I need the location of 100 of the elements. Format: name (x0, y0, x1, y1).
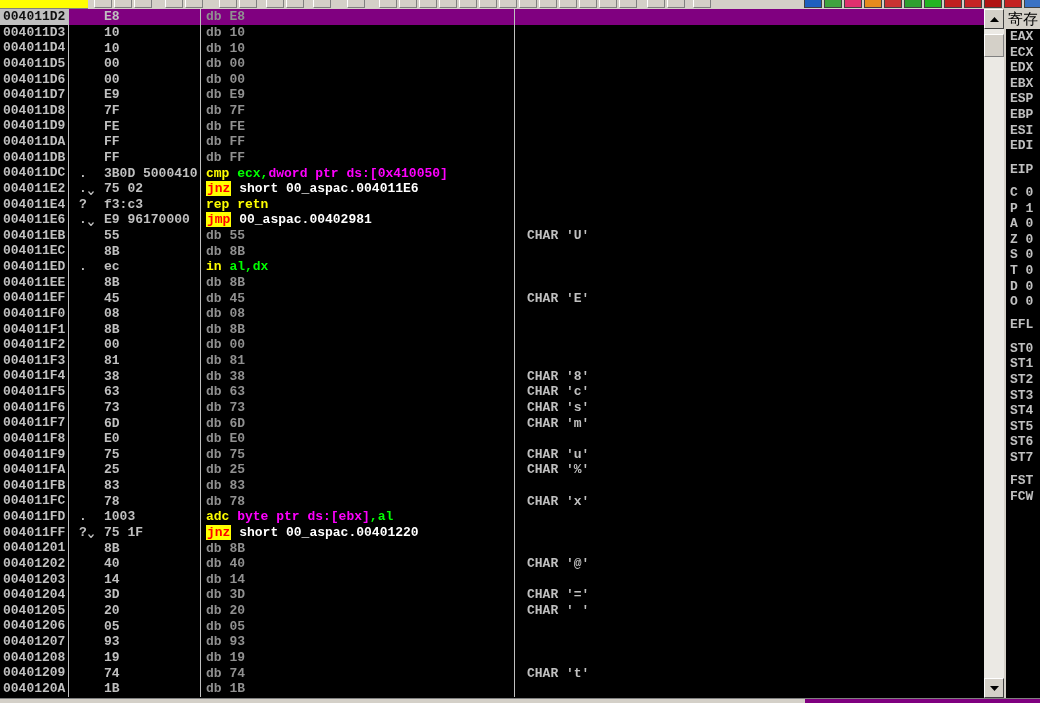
listing-row[interactable]: 004011EB 55 db 55 CHAR 'U' (0, 227, 984, 244)
toolbar-button[interactable] (693, 0, 711, 8)
toolbar-button[interactable] (419, 0, 437, 8)
listing-row[interactable]: 00401203 14 db 14 (0, 571, 984, 588)
listing-row[interactable]: 004011F6 73 db 73 CHAR 's' (0, 399, 984, 416)
instruction-text: db 74 (206, 665, 245, 681)
toolbar-button[interactable] (579, 0, 597, 8)
scroll-down-button[interactable] (984, 678, 1004, 698)
listing-row[interactable]: 004011EF 45 db 45 CHAR 'E' (0, 290, 984, 306)
listing-row[interactable]: 004011FC 78 db 78 CHAR 'x' (0, 493, 984, 509)
listing-row[interactable]: 00401207 93 db 93 (0, 634, 984, 650)
listing-row[interactable]: 004011FF ? 75 1F jnz short 00_aspac.00401220 (0, 524, 984, 541)
listing-row[interactable]: 004011D7 E9 db E9 (0, 87, 984, 103)
listing-row[interactable]: 00401205 20 db 20 CHAR ' ' (0, 602, 984, 619)
toolbar-button[interactable] (519, 0, 537, 8)
comment-text: CHAR 'x' (527, 493, 590, 509)
listing-row[interactable]: 00401201 8B db 8B (0, 540, 984, 556)
listing-row[interactable]: 004011DC . 3B0D 5000410 cmp ecx,dword ptr ds:[0x410050] (0, 165, 984, 181)
listing-row[interactable]: 004011F2 00 db 00 (0, 337, 984, 353)
toolbar-button[interactable] (347, 0, 365, 8)
toolbar-button[interactable] (94, 0, 112, 8)
register-label: ST5 (1010, 418, 1035, 435)
listing-row[interactable]: 004011D6 00 db 00 (0, 71, 984, 88)
instruction-text: db 19 (206, 649, 245, 665)
listing-row[interactable]: 00401208 19 db 19 (0, 649, 984, 666)
toolbar-button[interactable] (134, 0, 152, 8)
listing-row[interactable]: 004011ED . ec in al,dx (0, 259, 984, 275)
listing-row[interactable]: 004011F9 75 db 75 CHAR 'u' (0, 446, 984, 463)
listing-row[interactable]: 004011D9 FE db FE (0, 118, 984, 134)
register-label: O 0 (1010, 294, 1035, 310)
toolbar-button[interactable] (599, 0, 617, 8)
toolbar-button[interactable] (647, 0, 665, 8)
toolbar-button[interactable] (379, 0, 397, 8)
comment-text: CHAR 'u' (527, 446, 590, 462)
toolbar-button[interactable] (239, 0, 257, 8)
analysis-marker: . (79, 165, 87, 181)
toolbar-button[interactable] (1024, 0, 1040, 8)
listing-row[interactable]: 004011D4 10 db 10 (0, 40, 984, 56)
toolbar-button[interactable] (399, 0, 417, 8)
scroll-thumb[interactable] (984, 34, 1004, 57)
listing-row[interactable]: 00401209 74 db 74 CHAR 't' (0, 665, 984, 681)
address-cell: 004011D2 (0, 9, 69, 25)
toolbar-button[interactable] (924, 0, 942, 8)
address-cell: 004011ED (0, 259, 69, 275)
toolbar-button[interactable] (479, 0, 497, 8)
toolbar-button[interactable] (286, 0, 304, 8)
toolbar-button[interactable] (165, 0, 183, 8)
toolbar-button[interactable] (904, 0, 922, 8)
listing-row[interactable]: 004011FD . 1003 adc byte ptr ds:[ebx],al (0, 509, 984, 525)
listing-row[interactable]: 004011E6 . E9 96170000 jmp 00_aspac.00402981 (0, 212, 984, 228)
listing-row[interactable]: 004011F3 81 db 81 (0, 352, 984, 369)
listing-row[interactable]: 004011E2 . 75 02 jnz short 00_aspac.004011E6 (0, 180, 984, 197)
hex-bytes: 08 (104, 306, 120, 322)
listing-row[interactable]: 004011DB FF db FF (0, 149, 984, 166)
register-label: EDI (1010, 138, 1035, 154)
toolbar-button[interactable] (864, 0, 882, 8)
register-label: ECX (1010, 44, 1035, 61)
toolbar-button[interactable] (619, 0, 637, 8)
address-cell: 004011D3 (0, 24, 69, 41)
listing-row[interactable]: 004011D8 7F db 7F (0, 102, 984, 119)
hex-bytes: 40 (104, 556, 120, 572)
address-cell: 004011EC (0, 243, 69, 259)
toolbar-button[interactable] (667, 0, 685, 8)
scroll-up-button[interactable] (984, 9, 1004, 29)
listing-row[interactable]: 004011EC 8B db 8B (0, 243, 984, 259)
listing-row[interactable]: 004011F8 E0 db E0 (0, 430, 984, 447)
toolbar-button[interactable] (844, 0, 862, 8)
toolbar-button[interactable] (459, 0, 477, 8)
listing-row[interactable]: 004011FB 83 db 83 (0, 477, 984, 494)
toolbar-button[interactable] (219, 0, 237, 8)
listing-row[interactable]: 00401204 3D db 3D CHAR '=' (0, 587, 984, 603)
listing-row[interactable]: 004011D3 10 db 10 (0, 24, 984, 41)
toolbar-button[interactable] (185, 0, 203, 8)
listing-row[interactable]: 004011D5 00 db 00 (0, 55, 984, 72)
listing-row[interactable]: 00401206 05 db 05 (0, 618, 984, 634)
toolbar-button[interactable] (539, 0, 557, 8)
listing-row[interactable]: 00401202 40 db 40 CHAR '@' (0, 555, 984, 572)
listing-row[interactable]: 004011F5 63 db 63 CHAR 'c' (0, 384, 984, 400)
listing-row[interactable]: 004011F0 08 db 08 (0, 305, 984, 322)
listing-row[interactable]: 004011FA 25 db 25 CHAR '%' (0, 462, 984, 478)
toolbar-button[interactable] (824, 0, 842, 8)
listing-row[interactable]: 004011DA FF db FF (0, 134, 984, 150)
listing-row[interactable]: 004011F7 6D db 6D CHAR 'm' (0, 415, 984, 431)
listing-row[interactable]: 004011EE 8B db 8B (0, 274, 984, 291)
toolbar-button[interactable] (499, 0, 517, 8)
toolbar-button[interactable] (884, 0, 902, 8)
hex-bytes: 19 (104, 649, 120, 665)
listing-row[interactable]: 004011D2 E8 db E8 (0, 9, 984, 25)
instruction-text: db 83 (206, 478, 245, 494)
toolbar-button[interactable] (114, 0, 132, 8)
toolbar-button[interactable] (313, 0, 331, 8)
instruction-text: db 14 (206, 571, 245, 587)
scrollbar[interactable] (984, 9, 1004, 698)
listing-row[interactable]: 004011F1 8B db 8B (0, 321, 984, 338)
listing-row[interactable]: 004011F4 38 db 38 CHAR '8' (0, 368, 984, 384)
toolbar-button[interactable] (559, 0, 577, 8)
toolbar-button[interactable] (439, 0, 457, 8)
toolbar-button[interactable] (266, 0, 284, 8)
listing-row[interactable]: 0040120A 1B db 1B (0, 680, 984, 697)
toolbar-field[interactable] (0, 0, 88, 9)
